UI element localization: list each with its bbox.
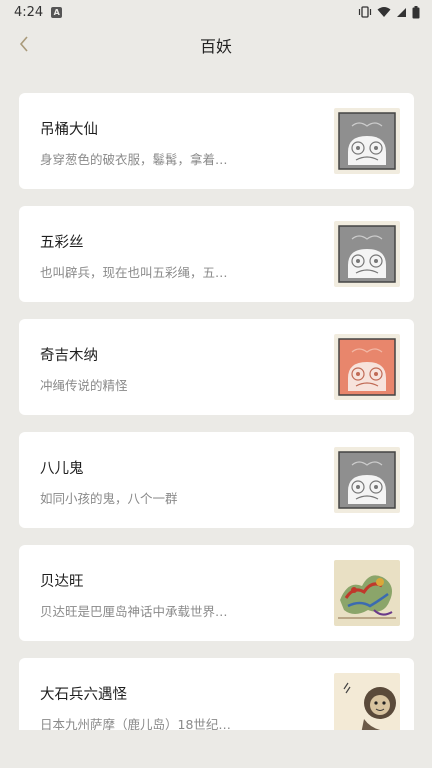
item-description: 如同小孩的鬼，八个一群 [40,491,178,506]
item-description: 身穿葱色的破衣服，鬈髯，拿着… [40,152,228,167]
status-bar: 4:24 A [0,0,432,24]
app-header: 百妖 [0,24,432,66]
placeholder-thumbnail [334,221,400,287]
list-item[interactable]: 大石兵六遇怪 日本九州萨摩（鹿儿岛）18世纪… [19,658,414,730]
list-item[interactable]: 奇吉木纳 冲绳传说的精怪 [19,319,414,415]
item-description: 冲绳传说的精怪 [40,378,128,393]
list-item[interactable]: 八儿鬼 如同小孩的鬼，八个一群 [19,432,414,528]
list-item[interactable]: 五彩丝 也叫辟兵，现在也叫五彩绳，五… [19,206,414,302]
item-description: 日本九州萨摩（鹿儿岛）18世纪… [40,717,231,730]
dragon-artwork-thumbnail [334,560,400,626]
item-name: 大石兵六遇怪 [40,687,127,703]
wifi-icon [377,7,391,17]
item-name: 吊桶大仙 [40,122,98,138]
back-button[interactable] [10,30,38,58]
bottom-fade [0,730,432,768]
status-right [358,5,420,19]
monkey-artwork-thumbnail [334,673,400,730]
cell-signal-icon [397,8,406,17]
item-description: 也叫辟兵，现在也叫五彩绳，五… [40,265,228,280]
status-left: 4:24 A [14,4,63,20]
status-time: 4:24 [14,4,44,20]
item-description: 贝达旺是巴厘岛神话中承载世界… [40,604,228,619]
item-name: 奇吉木纳 [40,348,98,364]
yokai-list[interactable]: 吊桶大仙 身穿葱色的破衣服，鬈髯，拿着… 五彩丝 也叫辟兵，现在也叫五彩绳，五… [19,93,414,730]
list-item[interactable]: 吊桶大仙 身穿葱色的破衣服，鬈髯，拿着… [19,93,414,189]
item-name: 贝达旺 [40,574,84,590]
battery-icon [412,5,420,18]
placeholder-thumbnail [334,447,400,513]
item-name: 八儿鬼 [40,461,84,477]
list-item[interactable]: 贝达旺 贝达旺是巴厘岛神话中承载世界… [19,545,414,641]
notification-a-icon: A [51,6,63,18]
placeholder-thumbnail [334,334,400,400]
item-name: 五彩丝 [40,235,84,251]
placeholder-thumbnail [334,108,400,174]
page-title: 百妖 [199,37,232,56]
vibrate-icon [358,6,372,18]
chevron-left-icon [19,36,28,52]
